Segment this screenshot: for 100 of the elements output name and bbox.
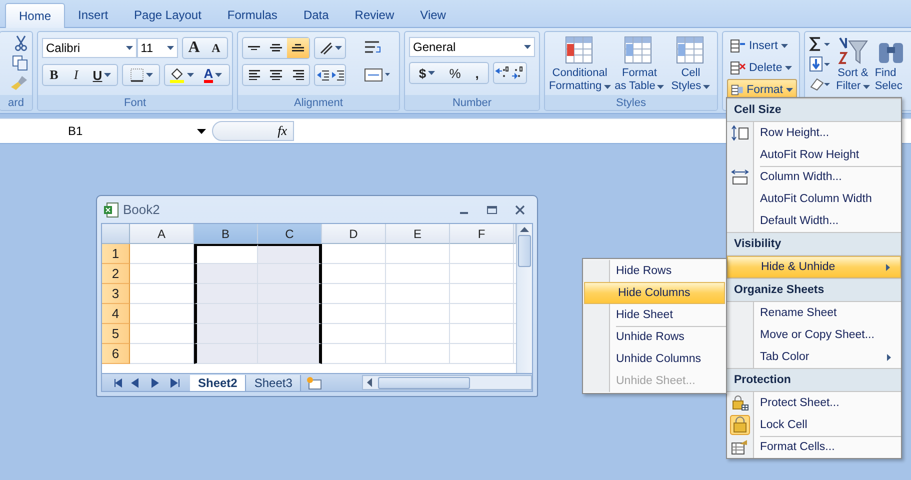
row-header[interactable]: 6 [102,344,130,364]
menu-item[interactable]: Hide & Unhide [727,256,901,278]
align-right-icon [292,70,304,80]
padlock-sheet-icon [731,395,749,411]
underline-button[interactable]: U [87,65,117,85]
number-format-combo[interactable]: General [409,37,535,57]
menu-item[interactable]: Unhide Rows [583,326,726,348]
dropdown-caret-icon [657,84,664,88]
sheet-tab[interactable]: Sheet3 [246,374,302,390]
column-width-icon [731,169,749,185]
dropdown-caret-icon [524,45,531,49]
scrollbar-thumb[interactable] [518,235,531,267]
dropdown-caret-icon [197,128,206,134]
sigma-icon [809,37,831,51]
spreadsheet-cell[interactable] [258,304,322,324]
font-name-combo[interactable]: Calibri [42,38,137,58]
bold-button[interactable]: B [43,65,65,85]
spreadsheet-cell[interactable] [258,344,322,364]
fill-down-icon [809,56,831,72]
align-middle-icon [270,44,282,52]
group-label: Styles [616,96,646,108]
borders-icon [130,68,144,82]
cells-button[interactable]: Insert [727,35,797,56]
maximize-icon[interactable] [487,204,497,214]
style-gallery-button[interactable]: Format as Table [614,35,664,95]
cells-button[interactable]: Delete [727,57,797,78]
eraser-icon [809,77,831,91]
insert-cells-icon [730,38,746,52]
sheet-nav-icon[interactable] [170,378,182,388]
column-header[interactable]: B [194,224,258,244]
dropdown-caret-icon [428,71,436,75]
row-header[interactable]: 1 [102,244,130,264]
spreadsheet-cell[interactable] [258,324,322,344]
spreadsheet-cell[interactable] [258,264,322,284]
align-center-icon [270,70,282,80]
spreadsheet-cell[interactable] [258,244,322,264]
dropdown-caret-icon [126,46,133,50]
font-color-button[interactable]: A [197,65,229,85]
menu-item[interactable]: Column Width... [727,166,901,188]
vertical-scrollbar[interactable] [516,224,532,373]
group-label: Number [452,96,492,108]
comma-button[interactable]: , [466,63,488,83]
decrease-decimal-icon [511,66,525,80]
ribbon-tab[interactable]: Home [5,3,66,28]
window-title: Book2 [123,202,161,217]
menu-section-header: Cell Size [727,98,901,122]
dropdown-caret-icon [604,84,611,88]
grow-font-button[interactable]: A [183,38,205,58]
increase-decimal-icon [495,66,509,80]
menu-section-header: Protection [727,368,901,392]
dropdown-caret-icon [334,46,342,50]
column-header[interactable]: E [386,224,450,244]
row-header[interactable]: 4 [102,304,130,324]
percent-button[interactable]: % [444,63,466,83]
ribbon-tab[interactable]: Insert [65,3,122,27]
currency-button[interactable]: $ [410,63,444,83]
row-header[interactable]: 5 [102,324,130,344]
ribbon-tab[interactable]: View [407,3,459,27]
menu-item[interactable]: Format Cells... [727,436,901,458]
spreadsheet-cell[interactable] [258,284,322,304]
spreadsheet-cell[interactable] [194,244,258,264]
dropdown-caret-icon [862,84,870,88]
menu-item[interactable]: Hide Columns [584,282,725,304]
insert-sheet-icon[interactable] [305,376,324,390]
dropdown-caret-icon [167,46,174,50]
close-icon[interactable] [515,204,525,214]
wrap-text-icon [364,40,382,56]
font-size-combo[interactable]: 11 [136,38,178,58]
style-gallery-button[interactable]: Conditional Formatting [549,35,611,95]
ribbon-tab[interactable]: Review [342,3,408,27]
shrink-font-button[interactable]: A [205,38,227,58]
dropdown-caret-icon [186,73,194,77]
italic-button[interactable]: I [65,65,87,85]
decrease-indent-icon [316,69,328,81]
paintbrush-icon [10,75,28,91]
style-gallery-button[interactable]: Cell Styles [668,35,713,95]
dropdown-caret-icon [703,84,710,88]
merge-center-icon [364,68,390,82]
column-header[interactable]: C [258,224,322,244]
row-header[interactable]: 3 [102,284,130,304]
row-header[interactable]: 2 [102,264,130,284]
ribbon-tab[interactable]: Page Layout [121,3,214,27]
align-left-icon [248,70,260,80]
column-header[interactable]: F [450,224,514,244]
align-top-icon [248,46,260,50]
slanted-text-icon [318,41,332,55]
dropdown-caret-icon [146,73,152,77]
vertical-align-button[interactable] [287,38,309,58]
column-header[interactable]: A [130,224,194,244]
scroll-left-icon[interactable] [367,378,372,387]
ribbon-tab[interactable]: Data [290,3,342,27]
ribbon-tab[interactable]: Formulas [214,3,290,27]
column-header[interactable]: D [322,224,386,244]
name-box[interactable]: B1 [0,120,212,142]
scroll-up-icon[interactable] [520,227,529,232]
dropdown-caret-icon [780,44,788,48]
sheet-tab[interactable]: Sheet2 [190,374,246,390]
insert-function-button[interactable]: fx [212,121,294,141]
horizontal-scrollbar[interactable] [362,375,532,390]
menu-section-header: Visibility [727,232,901,256]
